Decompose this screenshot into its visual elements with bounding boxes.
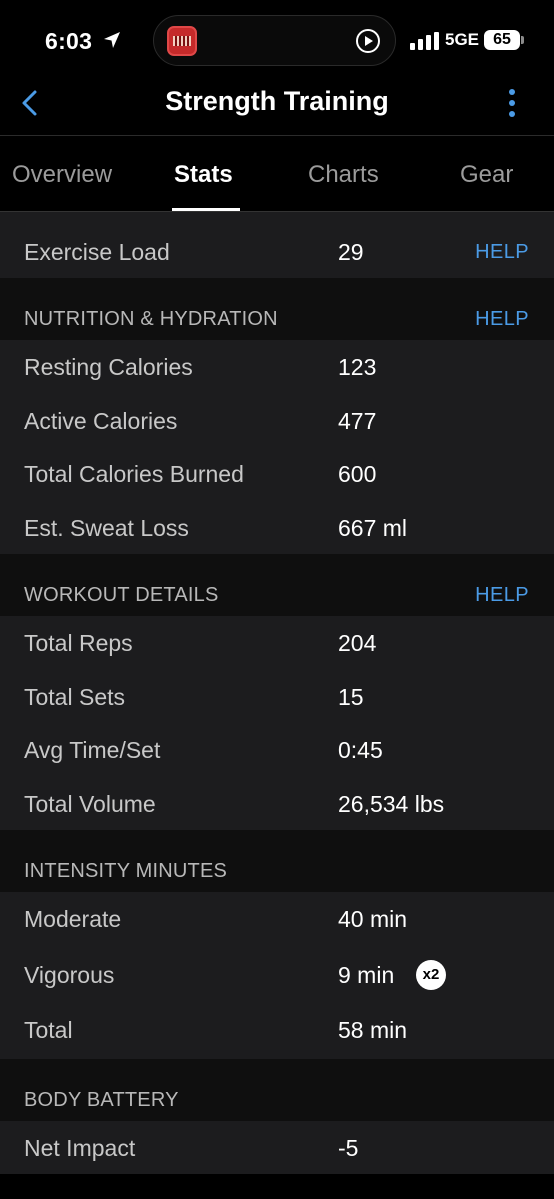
row-label: Active Calories (24, 407, 178, 434)
tab-stats[interactable]: Stats (174, 161, 233, 189)
tab-charts[interactable]: Charts (308, 161, 379, 189)
row-value: 477 (338, 407, 377, 434)
section-header-intensity: INTENSITY MINUTES (0, 830, 554, 892)
active-tab-indicator (172, 208, 240, 211)
page-title: Strength Training (165, 86, 389, 116)
row-label: Total (24, 1017, 73, 1043)
list-item: Total 58 min (0, 1003, 554, 1059)
row-label: Exercise Load (24, 239, 170, 265)
row-value: 0:45 (338, 737, 383, 763)
row-value: 9 min (338, 961, 395, 988)
section-title: NUTRITION & HYDRATION (24, 308, 278, 330)
dynamic-island[interactable] (153, 15, 396, 66)
vertical-ellipsis-icon[interactable] (500, 86, 524, 120)
row-value: 667 ml (338, 514, 408, 541)
list-item: Resting Calories 123 (0, 340, 554, 394)
tab-gear[interactable]: Gear (460, 161, 513, 189)
row-label: Total Sets (24, 683, 125, 710)
battery-level: 65 (493, 31, 511, 48)
list-item: Avg Time/Set 0:45 (0, 723, 554, 777)
tab-overview[interactable]: Overview (12, 161, 112, 189)
row-value: -5 (338, 1134, 359, 1161)
status-bar: 6:03 5GE 65 (0, 0, 554, 80)
row-label: Net Impact (24, 1134, 136, 1161)
list-item: Total Calories Burned 600 (0, 447, 554, 501)
list-item: Total Volume 26,534 lbs (0, 776, 554, 830)
list-item: Est. Sweat Loss 667 ml (0, 500, 554, 554)
row-value: 40 min (338, 906, 408, 932)
app-thumbnail-icon (167, 26, 197, 56)
stats-list: Exercise Load 29 HELP NUTRITION & HYDRAT… (0, 212, 554, 1174)
section-header-workout: WORKOUT DETAILS HELP (0, 554, 554, 616)
battery-icon: 65 (484, 30, 524, 50)
row-label: Resting Calories (24, 354, 193, 380)
row-value: 600 (338, 461, 377, 487)
row-value: 58 min (338, 1017, 408, 1043)
section-title: INTENSITY MINUTES (24, 860, 228, 882)
row-label: Avg Time/Set (24, 737, 161, 763)
row-value: 26,534 lbs (338, 790, 445, 817)
list-item: Moderate 40 min (0, 892, 554, 948)
list-item: Net Impact -5 (0, 1120, 554, 1174)
row-value: 204 (338, 630, 377, 656)
row-value: 15 (338, 683, 364, 710)
signal-bars-icon (410, 32, 439, 50)
row-label: Total Calories Burned (24, 461, 244, 487)
row-label: Est. Sweat Loss (24, 514, 189, 541)
list-item: Active Calories 477 (0, 393, 554, 447)
row-label: Total Volume (24, 790, 156, 817)
location-arrow-icon (104, 32, 120, 48)
row-label: Vigorous (24, 961, 115, 988)
help-link[interactable]: HELP (475, 241, 529, 264)
nav-bar: Strength Training (0, 80, 554, 136)
section-title: WORKOUT DETAILS (24, 584, 219, 606)
section-header-body-battery: BODY BATTERY (0, 1058, 554, 1121)
multiplier-badge: x2 (416, 959, 446, 990)
tab-bar: Overview Stats Charts Gear (0, 137, 554, 212)
help-link[interactable]: HELP (475, 584, 529, 607)
section-header-nutrition: NUTRITION & HYDRATION HELP (0, 278, 554, 340)
row-value: 29 (338, 239, 364, 265)
status-time: 6:03 (45, 28, 93, 54)
row-label: Moderate (24, 906, 122, 932)
row-label: Total Reps (24, 630, 133, 656)
row-value: 123 (338, 354, 377, 380)
exercise-load-row: Exercise Load 29 HELP (0, 212, 554, 278)
section-title: BODY BATTERY (24, 1088, 179, 1111)
list-item: Total Sets 15 (0, 669, 554, 723)
list-item: Total Reps 204 (0, 616, 554, 670)
network-type: 5GE (445, 30, 480, 49)
help-link[interactable]: HELP (475, 308, 529, 331)
play-circle-icon[interactable] (355, 28, 381, 54)
list-item: Vigorous 9 min x2 (0, 947, 554, 1003)
